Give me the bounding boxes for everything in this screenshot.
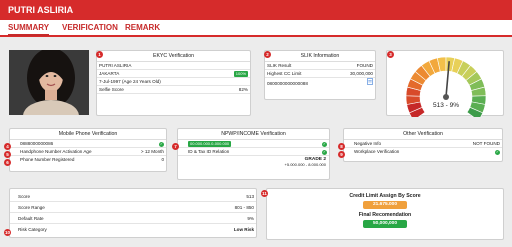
mobile-panel: Mobile Phone Verification 0888000000086 … <box>9 128 167 172</box>
credit-limit-badge: 21.675.000 <box>363 201 407 209</box>
slik-result-label: SLIK Result <box>267 63 292 68</box>
final-recommendation-title: Final Recomendation <box>358 212 412 218</box>
ekyc-city-match-badge: 100% <box>233 71 248 77</box>
slik-number-badge: 2 <box>264 51 271 58</box>
default-rate-label: Default Rate <box>18 216 44 221</box>
tab-bar: SUMMARY VERIFICATION REMARK <box>0 20 512 37</box>
score-range-label: Score Range <box>18 205 45 210</box>
phone-ok-icon: ✓ <box>159 142 164 147</box>
mobile-registered-label: Phone Number Registered <box>20 157 75 162</box>
slik-id-row: 0800000000000088 <box>265 78 375 90</box>
credit-number-badge: 11 <box>261 190 268 197</box>
phone-number-badge: 4 <box>4 143 11 150</box>
slik-title: SLIK Information <box>265 51 375 62</box>
workplace-label: Workplace Verification <box>354 149 400 154</box>
other-title: Other Verification <box>344 129 502 140</box>
npwp-number-badge: 7 <box>172 143 179 150</box>
risk-category-value: Low Risk <box>233 227 254 232</box>
default-rate-row: Default Rate 9% <box>10 213 256 224</box>
pdf-file-icon[interactable] <box>367 78 373 90</box>
gauge-number-badge: 3 <box>387 51 394 58</box>
slik-result-value: FOUND <box>356 63 373 68</box>
mobile-phone-row: 0888000000086 ✓ <box>10 140 166 148</box>
default-rate-value: 9% <box>247 216 254 221</box>
tab-remark[interactable]: REMARK <box>125 23 160 32</box>
slik-panel: SLIK Information SLIK Result FOUND Highe… <box>264 50 376 100</box>
workplace-number-badge: 9 <box>338 151 345 158</box>
score-row: Score 513 <box>10 191 256 202</box>
npwp-ok-icon: ✓ <box>322 142 327 147</box>
negative-number-badge: 8 <box>338 143 345 150</box>
npwp-relation-label: ID & Tax ID Relation <box>188 149 230 154</box>
score-panel: Score 513 Score Range 801 - 850 Default … <box>9 188 257 238</box>
ekyc-name: PUTRI ASLIRIA <box>97 62 250 70</box>
negative-info-row: Negative Info NOT FOUND <box>344 140 502 148</box>
negative-info-label: Negative Info <box>354 141 382 146</box>
gauge-value-text: 513 - 9% <box>432 102 460 109</box>
ekyc-dob: 7-Jul-1997 (Age 24 Years Old) <box>97 78 250 86</box>
slik-result-row: SLIK Result FOUND <box>265 62 375 70</box>
ekyc-panel: EKYC Verification PUTRI ASLIRIA JAKARTA … <box>96 50 251 116</box>
gauge-hub <box>443 94 449 100</box>
ekyc-selfie-label: Selfie Score <box>99 87 124 92</box>
ekyc-selfie-row: Selfie Score 82% <box>97 86 250 94</box>
slik-id-value: 0800000000000088 <box>267 81 308 86</box>
slik-limit-row: Highest CC Limit 30,000,000 <box>265 70 375 78</box>
score-label: Score <box>18 194 31 199</box>
tab-summary[interactable]: SUMMARY <box>8 23 50 36</box>
credit-title: Credit Limit Assign By Score <box>349 193 421 199</box>
score-number-badge: 10 <box>4 229 11 236</box>
negative-info-value: NOT FOUND <box>472 141 500 146</box>
score-range-value: 801 - 850 <box>234 205 254 210</box>
credit-panel: Credit Limit Assign By Score 21.675.000 … <box>266 188 504 240</box>
ekyc-selfie-value: 82% <box>238 87 248 92</box>
npwp-id-row: 00.000.000.0-000.000 ✓ <box>178 140 329 148</box>
other-panel: Other Verification Negative Info NOT FOU… <box>343 128 503 162</box>
npwp-panel: NPWP/INCOME Verification 00.000.000.0-00… <box>177 128 330 180</box>
customer-name: PUTRI ASLIRIA <box>8 5 74 15</box>
mobile-registered-value: 0 <box>161 157 164 162</box>
mobile-title: Mobile Phone Verification <box>10 129 166 140</box>
score-range-row: Score Range 801 - 850 <box>10 202 256 213</box>
mobile-phone-value: 0888000000086 <box>20 141 54 146</box>
ekyc-number-badge: 1 <box>96 51 103 58</box>
final-recommendation-badge: 50,000,000 <box>363 220 407 228</box>
score-value: 513 <box>246 194 254 199</box>
workplace-row: Workplace Verification ✓ <box>344 148 502 156</box>
tab-verification[interactable]: VERIFICATION <box>62 23 118 32</box>
slik-limit-label: Highest CC Limit <box>267 71 302 76</box>
mobile-activation-label: Handphone Number Activation Age <box>20 149 92 154</box>
customer-photo <box>9 50 89 115</box>
npwp-title: NPWP/INCOME Verification <box>178 129 329 140</box>
risk-category-label: Risk Category <box>18 227 47 232</box>
risk-category-row: Risk Category Low Risk <box>10 224 256 235</box>
workplace-ok-icon: ✓ <box>495 150 500 155</box>
ekyc-city: JAKARTA <box>99 71 120 76</box>
npwp-grade-range: +5.000.000 - 8.000.000 <box>284 162 326 167</box>
activation-number-badge: 5 <box>4 151 11 158</box>
npwp-id-badge: 00.000.000.0-000.000 <box>188 141 232 147</box>
mobile-activation-value: > 12 Month <box>140 149 164 154</box>
slik-limit-value: 30,000,000 <box>350 71 373 76</box>
app-header: PUTRI ASLIRIA <box>0 0 512 20</box>
registered-number-badge: 6 <box>4 159 11 166</box>
relation-ok-icon: ✓ <box>322 150 327 155</box>
ekyc-city-row: JAKARTA 100% <box>97 70 250 78</box>
npwp-relation-row: ID & Tax ID Relation ✓ <box>178 148 329 156</box>
mobile-registered-row: Phone Number Registered 0 <box>10 156 166 164</box>
gauge-panel: 513 - 9% <box>386 50 504 121</box>
mobile-activation-row: Handphone Number Activation Age > 12 Mon… <box>10 148 166 156</box>
ekyc-title: EKYC Verification <box>97 51 250 62</box>
